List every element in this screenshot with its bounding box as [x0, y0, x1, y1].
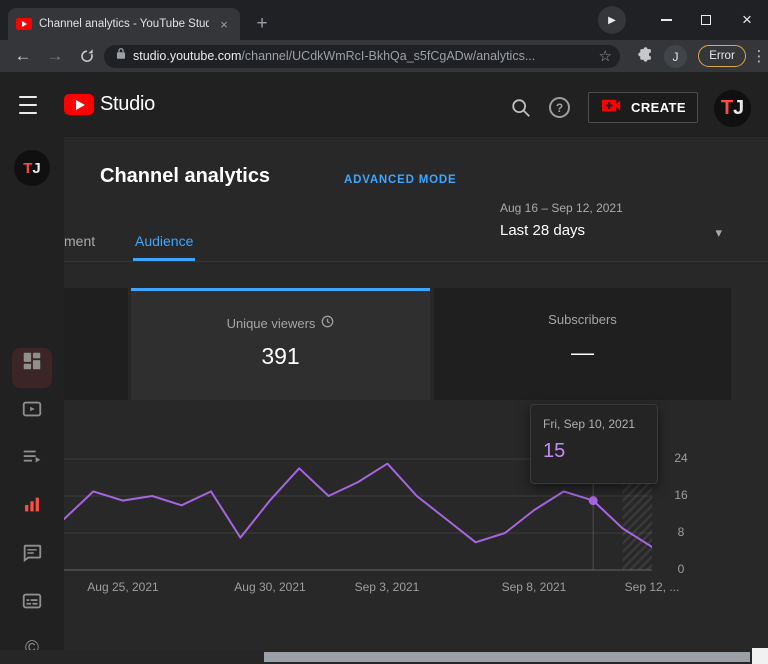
unique-viewers-label: Unique viewers: [227, 316, 316, 331]
studio-brand-text: Studio: [100, 93, 155, 116]
sidebar-item-analytics[interactable]: [20, 493, 44, 517]
x-axis-tick: Aug 25, 2021: [78, 580, 168, 594]
content-icon: [21, 398, 43, 420]
url-text: studio.youtube.com/channel/UCdkWmRcI-Bkh…: [133, 49, 592, 63]
search-icon[interactable]: [510, 97, 532, 124]
tooltip-date: Fri, Sep 10, 2021: [543, 417, 645, 431]
youtube-play-logo-icon: [64, 94, 94, 115]
youtube-studio-logo[interactable]: Studio: [64, 93, 155, 116]
clock-icon: [321, 315, 334, 331]
subscribers-value: —: [571, 339, 594, 366]
sidebar-item-dashboard[interactable]: [20, 349, 44, 373]
browser-tab[interactable]: Channel analytics - YouTube Stud ×: [8, 8, 240, 40]
create-camera-icon: [600, 94, 623, 122]
analytics-icon: [21, 494, 43, 516]
comments-icon: [21, 542, 43, 564]
tooltip-value: 15: [543, 440, 645, 463]
browser-titlebar: Channel analytics - YouTube Stud × + ▶ ×: [0, 0, 768, 40]
chart-tooltip: Fri, Sep 10, 2021 15: [530, 404, 658, 484]
metric-card-subscribers[interactable]: Subscribers —: [434, 288, 731, 400]
sidebar-item-comments[interactable]: [20, 541, 44, 565]
hamburger-menu-icon[interactable]: [16, 95, 40, 115]
analytics-main: Channel analytics ADVANCED MODE Aug 16 –…: [64, 137, 768, 650]
date-preset-text: Last 28 days: [500, 222, 724, 239]
error-badge-button[interactable]: Error: [698, 45, 746, 67]
y-axis-tick: 8: [668, 525, 694, 539]
youtube-favicon-icon: [16, 18, 32, 30]
url-domain: studio.youtube.com: [133, 49, 241, 63]
help-icon[interactable]: ?: [549, 97, 570, 118]
avatar-letter-t: T: [23, 160, 32, 177]
browser-window: Channel analytics - YouTube Stud × + ▶ ×…: [0, 0, 768, 664]
horizontal-scrollbar-thumb[interactable]: [264, 652, 750, 662]
back-icon[interactable]: ←: [8, 40, 38, 72]
new-tab-button[interactable]: +: [250, 12, 274, 36]
x-axis-tick: Sep 3, 2021: [342, 580, 432, 594]
extensions-puzzle-icon[interactable]: [636, 47, 653, 69]
browser-profile-avatar[interactable]: J: [664, 45, 687, 68]
avatar-letter-j: J: [32, 160, 40, 177]
bookmark-star-icon[interactable]: ☆: [599, 47, 612, 65]
x-axis-tick: Aug 30, 2021: [225, 580, 315, 594]
date-range-selector[interactable]: Aug 16 – Sep 12, 2021 Last 28 days ▾: [500, 201, 724, 251]
channel-avatar[interactable]: TJ: [714, 90, 751, 127]
browser-menu-kebab-icon[interactable]: ⋮: [751, 44, 767, 68]
date-range-text: Aug 16 – Sep 12, 2021: [500, 201, 724, 215]
sidebar-item-playlists[interactable]: [20, 445, 44, 469]
create-button[interactable]: CREATE: [588, 92, 698, 123]
media-controls-icon[interactable]: ▶: [598, 6, 626, 34]
url-path: /channel/UCdkWmRcI-BkhQa_s5fCgADw/analyt…: [241, 49, 535, 63]
scrollbar-corner: [752, 648, 768, 664]
dashboard-icon: [21, 350, 43, 372]
chevron-down-icon: ▾: [715, 225, 722, 241]
playlists-icon: [21, 446, 43, 468]
forward-icon[interactable]: →: [40, 40, 70, 72]
sidebar-item-subtitles[interactable]: [20, 589, 44, 613]
lock-icon: [116, 47, 126, 65]
create-button-label: CREATE: [631, 100, 686, 115]
subtitles-icon: [21, 590, 43, 612]
y-axis-tick: 24: [668, 451, 694, 465]
subscribers-label: Subscribers: [548, 312, 617, 327]
tab-engagement-partial[interactable]: ment: [64, 233, 95, 249]
x-axis-tick: Sep 12, ...: [607, 580, 697, 594]
window-close-button[interactable]: ×: [726, 0, 768, 40]
window-maximize-button[interactable]: [686, 0, 726, 40]
studio-sidebar: TJ © $ ⚙: [0, 137, 64, 650]
tab-audience[interactable]: Audience: [135, 233, 193, 249]
x-axis-tick: Sep 8, 2021: [489, 580, 579, 594]
page-title: Channel analytics: [100, 165, 270, 188]
y-axis-tick: 0: [668, 562, 694, 576]
avatar-letter-j: J: [733, 97, 744, 120]
metric-card-partial[interactable]: [64, 288, 128, 400]
metric-card-unique-viewers[interactable]: Unique viewers 391: [131, 288, 430, 400]
y-axis-tick: 16: [668, 488, 694, 502]
highlight-data-point[interactable]: [589, 496, 598, 505]
tabs-divider: [64, 261, 768, 262]
sidebar-item-content[interactable]: [20, 397, 44, 421]
avatar-letter-t: T: [721, 97, 733, 120]
window-minimize-button[interactable]: [646, 0, 686, 40]
advanced-mode-link[interactable]: ADVANCED MODE: [344, 174, 456, 186]
tab-close-icon[interactable]: ×: [216, 16, 232, 32]
sidebar-channel-avatar[interactable]: TJ: [14, 150, 50, 186]
reload-icon[interactable]: [72, 40, 102, 72]
tab-title: Channel analytics - YouTube Stud: [39, 18, 209, 30]
unique-viewers-value: 391: [261, 343, 299, 370]
address-bar[interactable]: studio.youtube.com/channel/UCdkWmRcI-Bkh…: [104, 45, 620, 68]
